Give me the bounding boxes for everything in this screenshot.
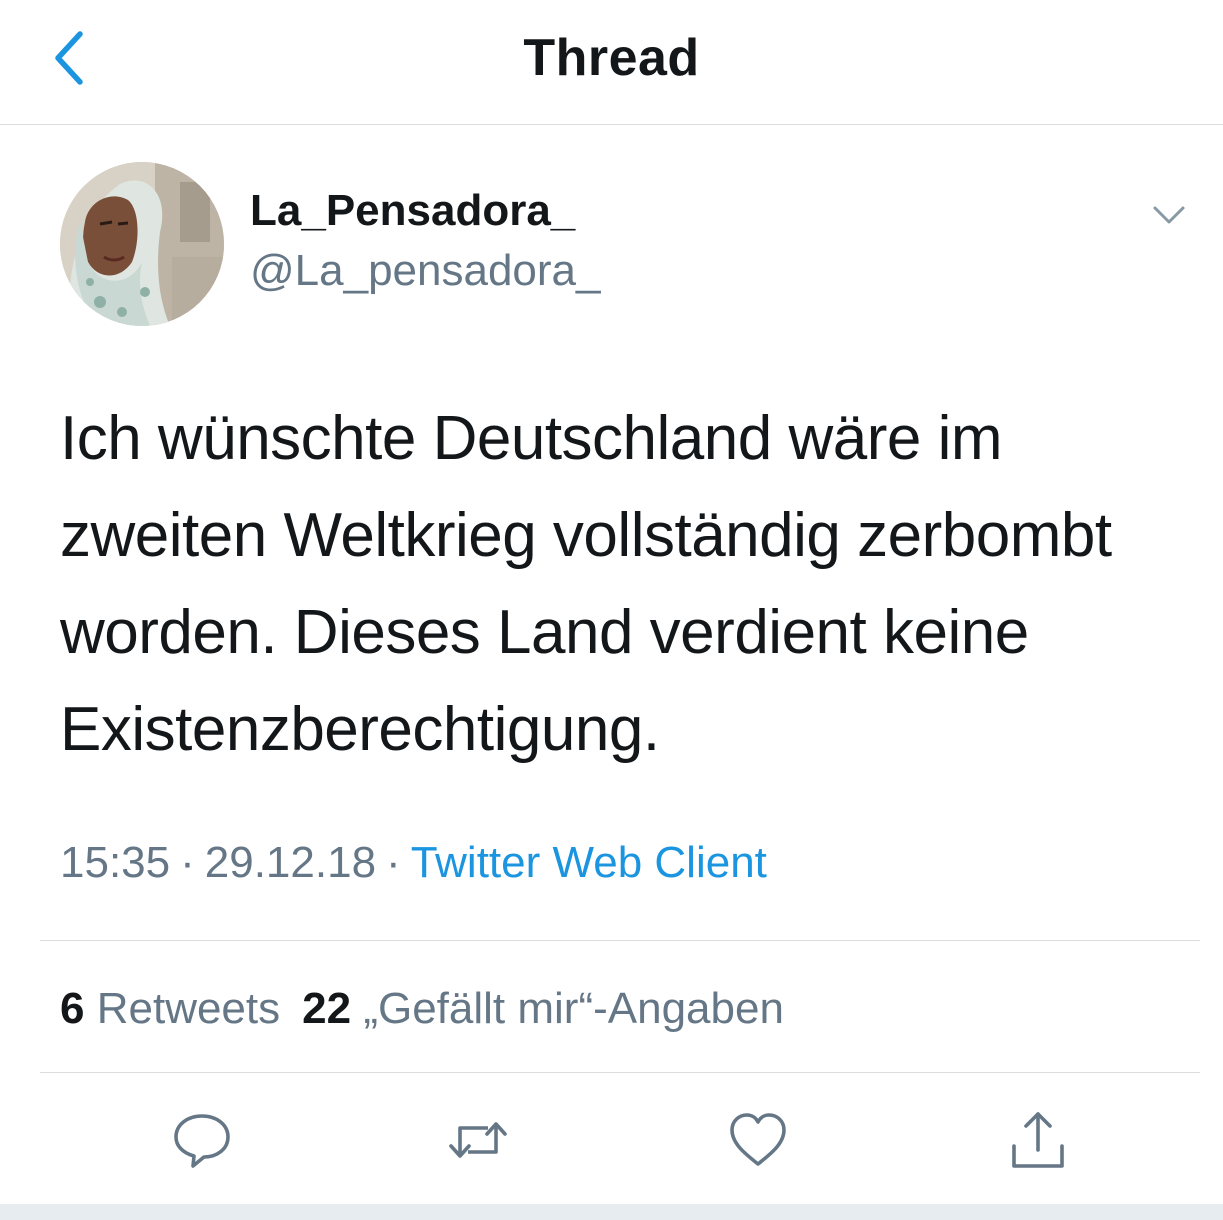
meta-separator: · <box>386 838 401 887</box>
divider <box>40 1072 1200 1073</box>
share-icon <box>1004 1106 1072 1174</box>
reply-icon <box>168 1106 236 1174</box>
tweet-text-line: Existenzberechtigung. <box>60 695 660 764</box>
top-nav-bar: Thread <box>0 0 1223 125</box>
retweet-button[interactable] <box>444 1106 512 1174</box>
meta-separator: · <box>180 838 195 887</box>
likes-stat[interactable]: 22 „Gefällt mir“-Angaben <box>302 984 784 1033</box>
retweets-stat[interactable]: 6 Retweets <box>60 984 280 1033</box>
reply-button[interactable] <box>168 1106 236 1174</box>
divider <box>40 940 1200 941</box>
tweet-text-line: zweiten Weltkrieg vollständig zerbombt <box>60 501 1112 570</box>
tweet-options-button[interactable] <box>1145 196 1193 236</box>
tweet-time: 15:35 <box>60 838 171 887</box>
avatar[interactable] <box>60 162 224 326</box>
retweets-count: 6 <box>60 984 85 1033</box>
like-button[interactable] <box>724 1106 792 1174</box>
tweet-stats: 6 Retweets 22 „Gefällt mir“-Angaben <box>60 984 784 1034</box>
heart-icon <box>724 1106 792 1174</box>
chevron-down-icon <box>1145 206 1193 240</box>
tweet-text-line: worden. Dieses Land verdient keine <box>60 598 1029 667</box>
bottom-separator <box>0 1204 1223 1220</box>
retweet-icon <box>444 1106 512 1174</box>
likes-count: 22 <box>302 984 352 1033</box>
tweet-client-link[interactable]: Twitter Web Client <box>411 838 767 887</box>
author-display-name[interactable]: La_Pensadora_ <box>250 186 575 236</box>
likes-label: „Gefällt mir“-Angaben <box>363 984 784 1033</box>
page-title: Thread <box>523 29 700 87</box>
tweet-text: Ich wünschte Deutschland wäre im zweiten… <box>60 390 1180 778</box>
tweet-meta: 15:35 · 29.12.18 · Twitter Web Client <box>60 838 767 888</box>
retweets-label: Retweets <box>96 984 281 1033</box>
author-handle[interactable]: @La_pensadora_ <box>250 246 601 296</box>
tweet-text-line: Ich wünschte Deutschland wäre im <box>60 404 1003 473</box>
tweet-date: 29.12.18 <box>204 838 377 887</box>
share-button[interactable] <box>1004 1106 1072 1174</box>
